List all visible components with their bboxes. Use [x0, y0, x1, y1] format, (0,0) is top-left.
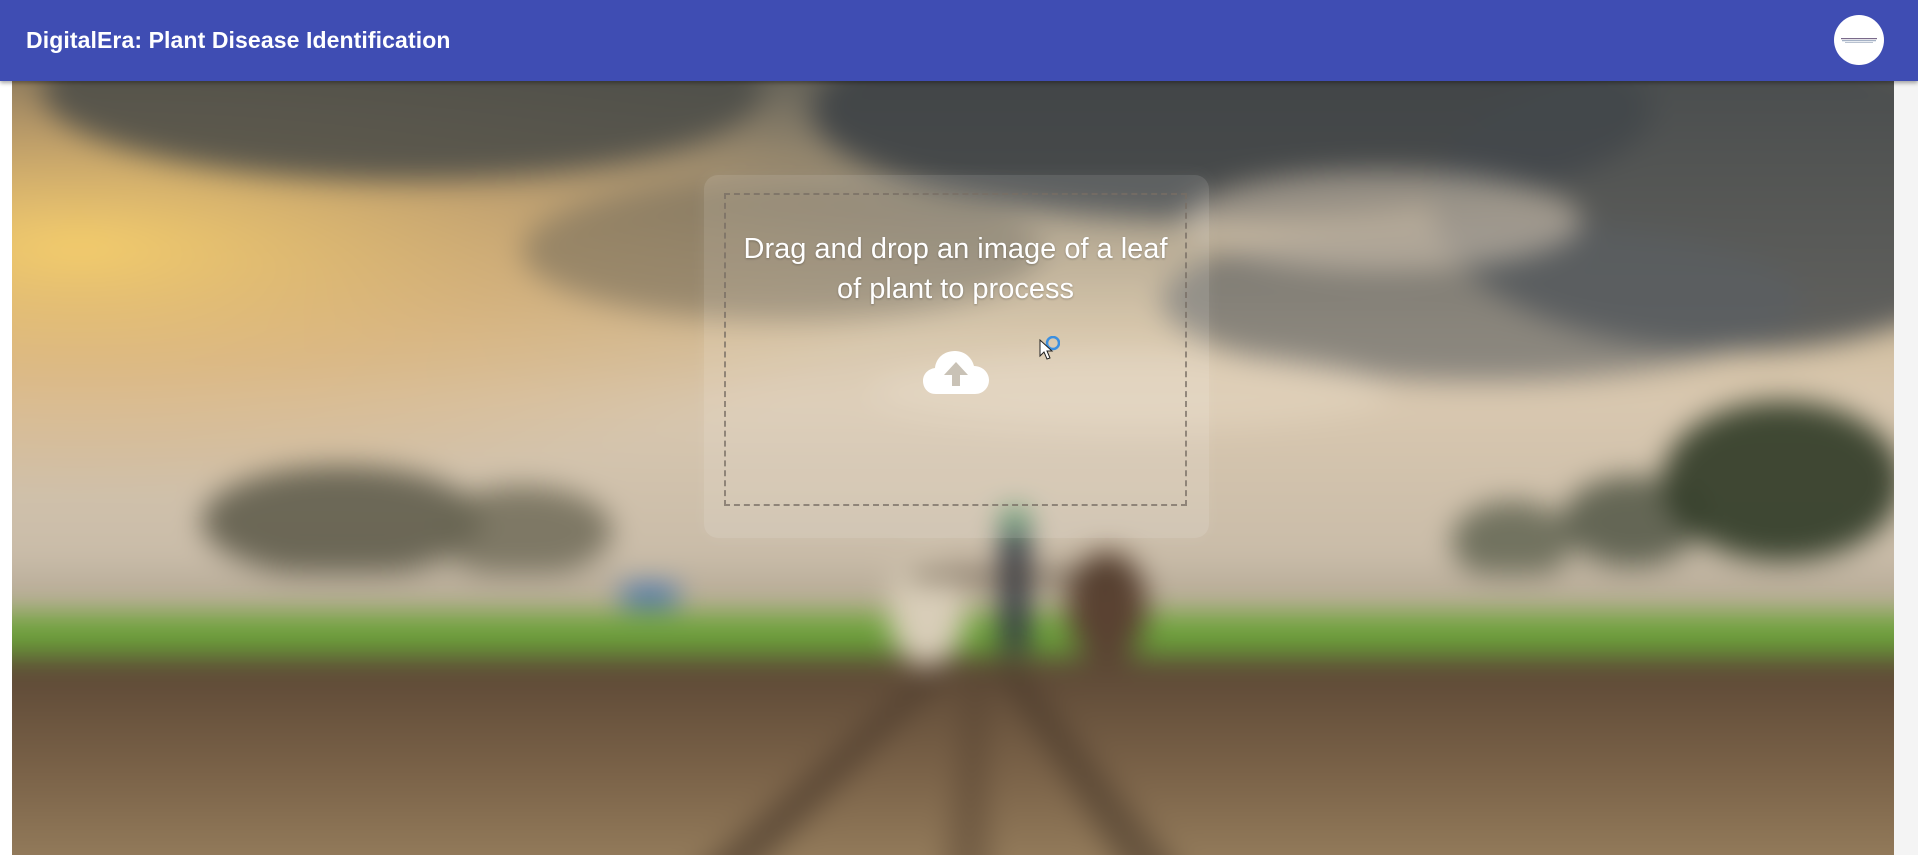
upload-card: Drag and drop an image of a leaf of plan… — [704, 175, 1209, 538]
drop-instructions: Drag and drop an image of a leaf of plan… — [743, 233, 1168, 305]
page-edge — [1894, 81, 1918, 855]
cloud-upload-icon[interactable] — [922, 348, 990, 396]
top-app-bar: DigitalEra: Plant Disease Identification — [0, 0, 1918, 81]
mouse-pointer-icon — [1039, 336, 1060, 360]
app-window: DigitalEra: Plant Disease Identification — [0, 0, 1918, 855]
image-drop-zone[interactable]: Drag and drop an image of a leaf of plan… — [724, 193, 1187, 506]
app-title: DigitalEra: Plant Disease Identification — [26, 27, 451, 53]
brand-logo-icon[interactable] — [1834, 15, 1884, 65]
